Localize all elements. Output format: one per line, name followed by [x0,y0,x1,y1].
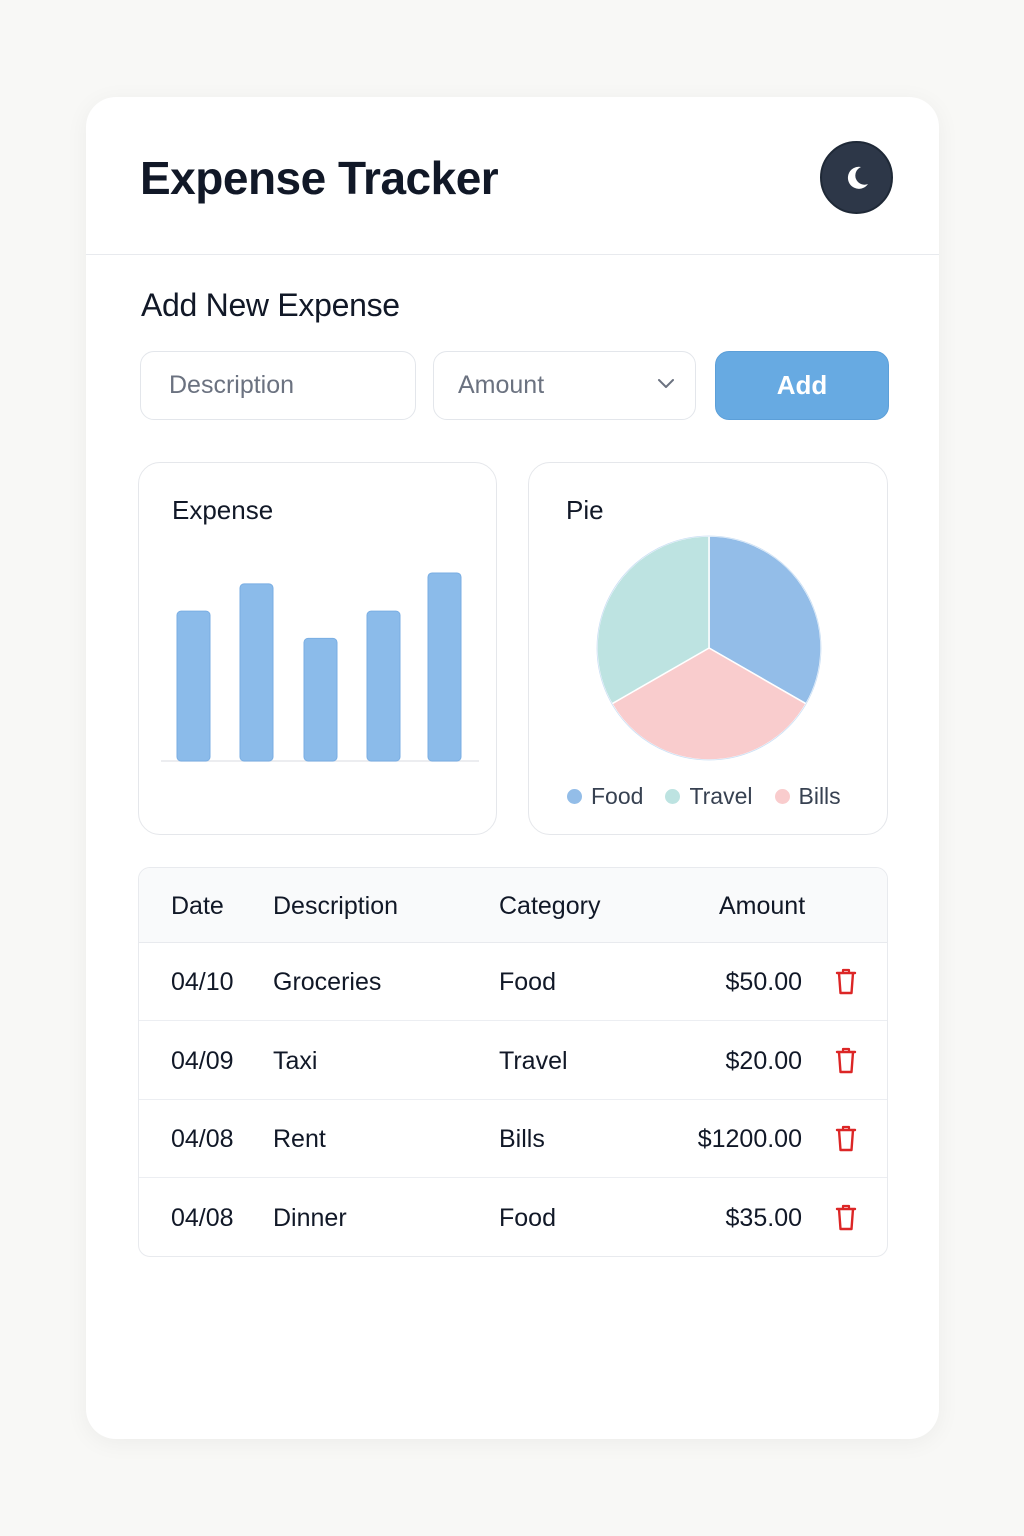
trash-icon[interactable] [833,1045,859,1075]
table-row: 04/10 Groceries Food $50.00 [139,943,887,1021]
table-row: 04/09 Taxi Travel $20.00 [139,1022,887,1100]
legend-item-food: Food [567,783,643,810]
moon-icon [847,166,868,189]
cell-date: 04/09 [171,1046,234,1075]
cell-amount: $20.00 [725,1046,802,1075]
pie-legend: Food Travel Bills [567,783,863,810]
cell-category: Bills [499,1125,545,1153]
bar-2[interactable] [239,583,274,762]
table-row: 04/08 Rent Bills $1200.00 [139,1100,887,1178]
bar-chart-panel: Expense [138,462,497,835]
theme-toggle-button[interactable] [820,141,893,214]
legend-swatch-bills [774,789,790,804]
table-header: Date Description Category Amount [139,868,887,943]
header: Expense Tracker [86,97,939,255]
cell-description: Taxi [273,1046,318,1075]
amount-select[interactable]: Amount [433,351,696,420]
cell-description: Groceries [273,968,382,996]
legend-label-food: Food [591,783,644,809]
legend-label-travel: Travel [689,783,753,809]
cell-date: 04/08 [171,1203,234,1232]
cell-amount: $50.00 [725,968,802,996]
legend-swatch-travel [665,789,681,804]
cell-category: Food [499,1203,556,1232]
add-expense-heading: Add New Expense [141,287,400,323]
bar-1[interactable] [176,610,211,762]
cell-date: 04/08 [171,1125,234,1153]
header-description[interactable]: Description [273,892,398,921]
bar-4[interactable] [366,610,401,762]
description-input[interactable] [140,351,416,420]
expense-table: Date Description Category Amount 04/10 Gr… [138,867,888,1257]
bar-chart [161,572,479,762]
bar-5[interactable] [427,572,462,762]
cell-amount: $1200.00 [697,1125,802,1153]
legend-swatch-food [567,789,582,804]
legend-item-travel: Travel [665,783,753,810]
trash-icon[interactable] [833,1123,859,1153]
legend-label-bills: Bills [798,783,841,809]
cell-description: Rent [273,1125,326,1153]
cell-amount: $35.00 [725,1203,802,1232]
header-category[interactable]: Category [499,892,600,921]
trash-icon[interactable] [833,966,859,996]
bar-3[interactable] [303,637,338,762]
header-date[interactable]: Date [171,892,224,921]
pie-chart [596,535,822,761]
cell-category: Travel [499,1046,568,1075]
cell-date: 04/10 [171,968,234,996]
cell-category: Food [499,968,556,996]
legend-item-bills: Bills [774,783,841,810]
expense-tracker-card: Expense Tracker Add New Expense Amount A… [86,97,939,1439]
cell-description: Dinner [273,1203,347,1232]
trash-icon[interactable] [833,1202,859,1232]
table-row: 04/08 Dinner Food $35.00 [139,1179,887,1257]
app-title: Expense Tracker [140,152,499,204]
amount-placeholder: Amount [458,371,545,399]
header-amount[interactable]: Amount [719,892,805,921]
pie-chart-panel: Pie Food Travel Bills [528,462,888,835]
chevron-down-icon [658,379,674,388]
add-button[interactable]: Add [715,351,889,420]
